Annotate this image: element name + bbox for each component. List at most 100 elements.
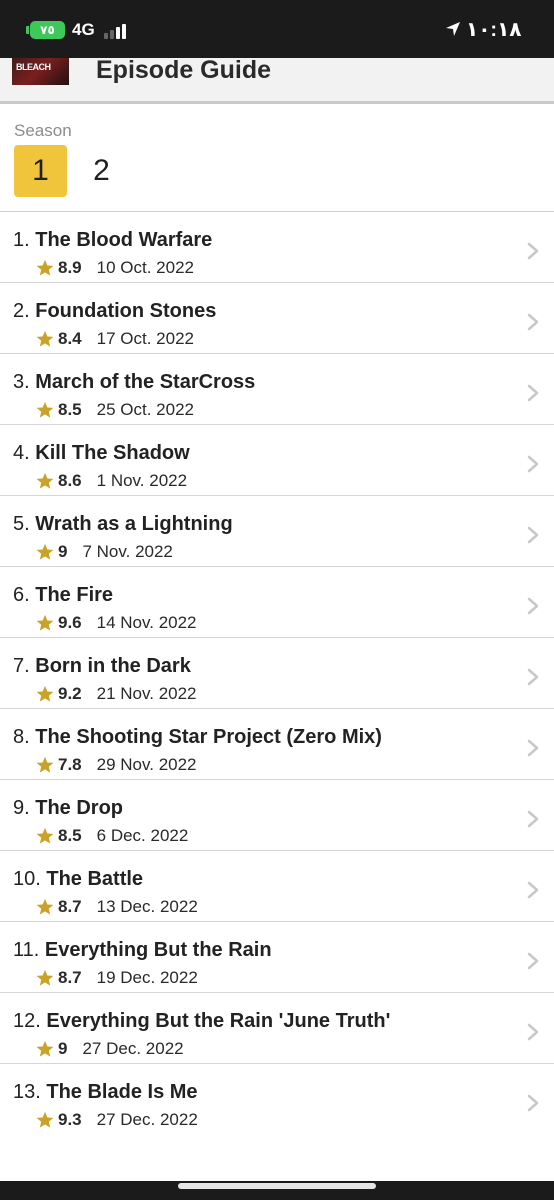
season-1-button[interactable]: 1 bbox=[14, 145, 67, 197]
episode-rating: 8.5 bbox=[58, 400, 82, 419]
episode-title: 2. Foundation Stones bbox=[13, 300, 216, 323]
episode-title: 12. Everything But the Rain 'June Truth' bbox=[13, 1010, 390, 1033]
episode-row[interactable]: 10. The Battle 8.7 13 Dec. 2022 bbox=[0, 851, 554, 922]
episode-date: 14 Nov. 2022 bbox=[96, 613, 197, 632]
episode-meta: 9 27 Dec. 2022 bbox=[36, 1039, 184, 1059]
star-icon bbox=[36, 685, 54, 702]
episode-rating: 9 bbox=[58, 542, 68, 561]
episode-number: 3. bbox=[13, 371, 30, 393]
battery-indicator: ٧٥ bbox=[30, 21, 65, 39]
star-icon bbox=[36, 543, 54, 560]
episode-meta: 8.7 19 Dec. 2022 bbox=[36, 968, 198, 988]
episode-meta: 7.8 29 Nov. 2022 bbox=[36, 755, 197, 775]
episode-row[interactable]: 9. The Drop 8.5 6 Dec. 2022 bbox=[0, 780, 554, 851]
star-icon bbox=[36, 1111, 54, 1128]
location-arrow-icon bbox=[446, 22, 460, 36]
episode-meta: 8.4 17 Oct. 2022 bbox=[36, 329, 194, 349]
star-icon bbox=[36, 259, 54, 276]
chevron-right-icon[interactable] bbox=[527, 242, 539, 260]
episode-meta: 9.6 14 Nov. 2022 bbox=[36, 613, 197, 633]
page-header: BLEACH Episode Guide bbox=[0, 58, 554, 104]
episode-row[interactable]: 11. Everything But the Rain 8.7 19 Dec. 20… bbox=[0, 922, 554, 993]
star-icon bbox=[36, 1040, 54, 1057]
episode-rating: 8.7 bbox=[58, 897, 82, 916]
star-icon bbox=[36, 969, 54, 986]
episode-rating: 9 bbox=[58, 1039, 68, 1058]
episode-row[interactable]: 7. Born in the Dark 9.2 21 Nov. 2022 bbox=[0, 638, 554, 709]
episode-title: 13. The Blade Is Me bbox=[13, 1081, 198, 1104]
episode-number: 6. bbox=[13, 584, 30, 606]
thumbnail-text: BLEACH bbox=[16, 62, 51, 72]
chevron-right-icon[interactable] bbox=[527, 810, 539, 828]
chevron-right-icon[interactable] bbox=[527, 952, 539, 970]
episode-name: The Blood Warfare bbox=[35, 229, 213, 251]
chevron-right-icon[interactable] bbox=[527, 668, 539, 686]
chevron-right-icon[interactable] bbox=[527, 384, 539, 402]
episode-title: 10. The Battle bbox=[13, 868, 143, 891]
episode-title: 9. The Drop bbox=[13, 797, 123, 820]
status-bar: ٧٥ 4G ١٠:١٨ bbox=[0, 0, 554, 58]
battery-nub bbox=[26, 26, 29, 34]
chevron-right-icon[interactable] bbox=[527, 455, 539, 473]
page-title: Episode Guide bbox=[96, 58, 272, 84]
star-icon bbox=[36, 472, 54, 489]
episode-title: 6. The Fire bbox=[13, 584, 113, 607]
chevron-right-icon[interactable] bbox=[527, 526, 539, 544]
network-type: 4G bbox=[72, 20, 95, 39]
clock: ١٠:١٨ bbox=[466, 19, 522, 41]
episode-date: 27 Dec. 2022 bbox=[96, 1110, 198, 1129]
episode-meta: 8.5 6 Dec. 2022 bbox=[36, 826, 188, 846]
episode-row[interactable]: 4. Kill The Shadow 8.6 1 Nov. 2022 bbox=[0, 425, 554, 496]
episode-row[interactable]: 13. The Blade Is Me 9.3 27 Dec. 2022 bbox=[0, 1064, 554, 1135]
episode-name: Everything But the Rain bbox=[44, 939, 272, 961]
episode-list: 1. The Blood Warfare 8.9 10 Oct. 2022 2. Fo… bbox=[0, 212, 554, 1135]
episode-rating: 9.2 bbox=[58, 684, 82, 703]
episode-date: 10 Oct. 2022 bbox=[96, 258, 194, 277]
episode-row[interactable]: 5. Wrath as a Lightning 9 7 Nov. 2022 bbox=[0, 496, 554, 567]
episode-rating: 8.5 bbox=[58, 826, 82, 845]
episode-name: Foundation Stones bbox=[35, 300, 217, 322]
episode-number: 1. bbox=[13, 229, 30, 251]
episode-date: 7 Nov. 2022 bbox=[82, 542, 173, 561]
episode-row[interactable]: 6. The Fire 9.6 14 Nov. 2022 bbox=[0, 567, 554, 638]
chevron-right-icon[interactable] bbox=[527, 1023, 539, 1041]
episode-date: 27 Dec. 2022 bbox=[82, 1039, 184, 1058]
show-thumbnail[interactable]: BLEACH bbox=[12, 58, 69, 85]
episode-number: 5. bbox=[13, 513, 30, 535]
episode-title: 8. The Shooting Star Project (Zero Mix) bbox=[13, 726, 382, 749]
chevron-right-icon[interactable] bbox=[527, 881, 539, 899]
home-indicator[interactable] bbox=[178, 1183, 376, 1189]
episode-date: 29 Nov. 2022 bbox=[96, 755, 197, 774]
episode-rating: 9.3 bbox=[58, 1110, 82, 1129]
episode-name: Born in the Dark bbox=[35, 655, 191, 677]
season-2-button[interactable]: 2 bbox=[75, 145, 128, 197]
episode-rating: 7.8 bbox=[58, 755, 82, 774]
chevron-right-icon[interactable] bbox=[527, 597, 539, 615]
episode-row[interactable]: 8. The Shooting Star Project (Zero Mix) 7… bbox=[0, 709, 554, 780]
episode-name: March of the StarCross bbox=[35, 371, 256, 393]
episode-number: 2. bbox=[13, 300, 30, 322]
episode-number: 8. bbox=[13, 726, 30, 748]
chevron-right-icon[interactable] bbox=[527, 739, 539, 757]
episode-date: 17 Oct. 2022 bbox=[96, 329, 194, 348]
episode-rating: 8.6 bbox=[58, 471, 82, 490]
signal-icon bbox=[104, 23, 128, 39]
episode-number: 13. bbox=[13, 1081, 41, 1103]
episode-number: 4. bbox=[13, 442, 30, 464]
episode-title: 11. Everything But the Rain bbox=[13, 939, 272, 962]
episode-name: Wrath as a Lightning bbox=[35, 513, 233, 535]
episode-title: 7. Born in the Dark bbox=[13, 655, 191, 678]
episode-row[interactable]: 12. Everything But the Rain 'June Truth'… bbox=[0, 993, 554, 1064]
episode-row[interactable]: 3. March of the StarCross 8.5 25 Oct. 2022 bbox=[0, 354, 554, 425]
chevron-right-icon[interactable] bbox=[527, 1094, 539, 1112]
episode-meta: 9.2 21 Nov. 2022 bbox=[36, 684, 197, 704]
chevron-right-icon[interactable] bbox=[527, 313, 539, 331]
episode-name: The Shooting Star Project (Zero Mix) bbox=[35, 726, 382, 748]
episode-meta: 8.5 25 Oct. 2022 bbox=[36, 400, 194, 420]
battery-level: ٧٥ bbox=[40, 23, 55, 37]
episode-row[interactable]: 2. Foundation Stones 8.4 17 Oct. 2022 bbox=[0, 283, 554, 354]
episode-name: Everything But the Rain 'June Truth' bbox=[46, 1010, 391, 1032]
episode-meta: 8.9 10 Oct. 2022 bbox=[36, 258, 194, 278]
episode-row[interactable]: 1. The Blood Warfare 8.9 10 Oct. 2022 bbox=[0, 212, 554, 283]
star-icon bbox=[36, 330, 54, 347]
